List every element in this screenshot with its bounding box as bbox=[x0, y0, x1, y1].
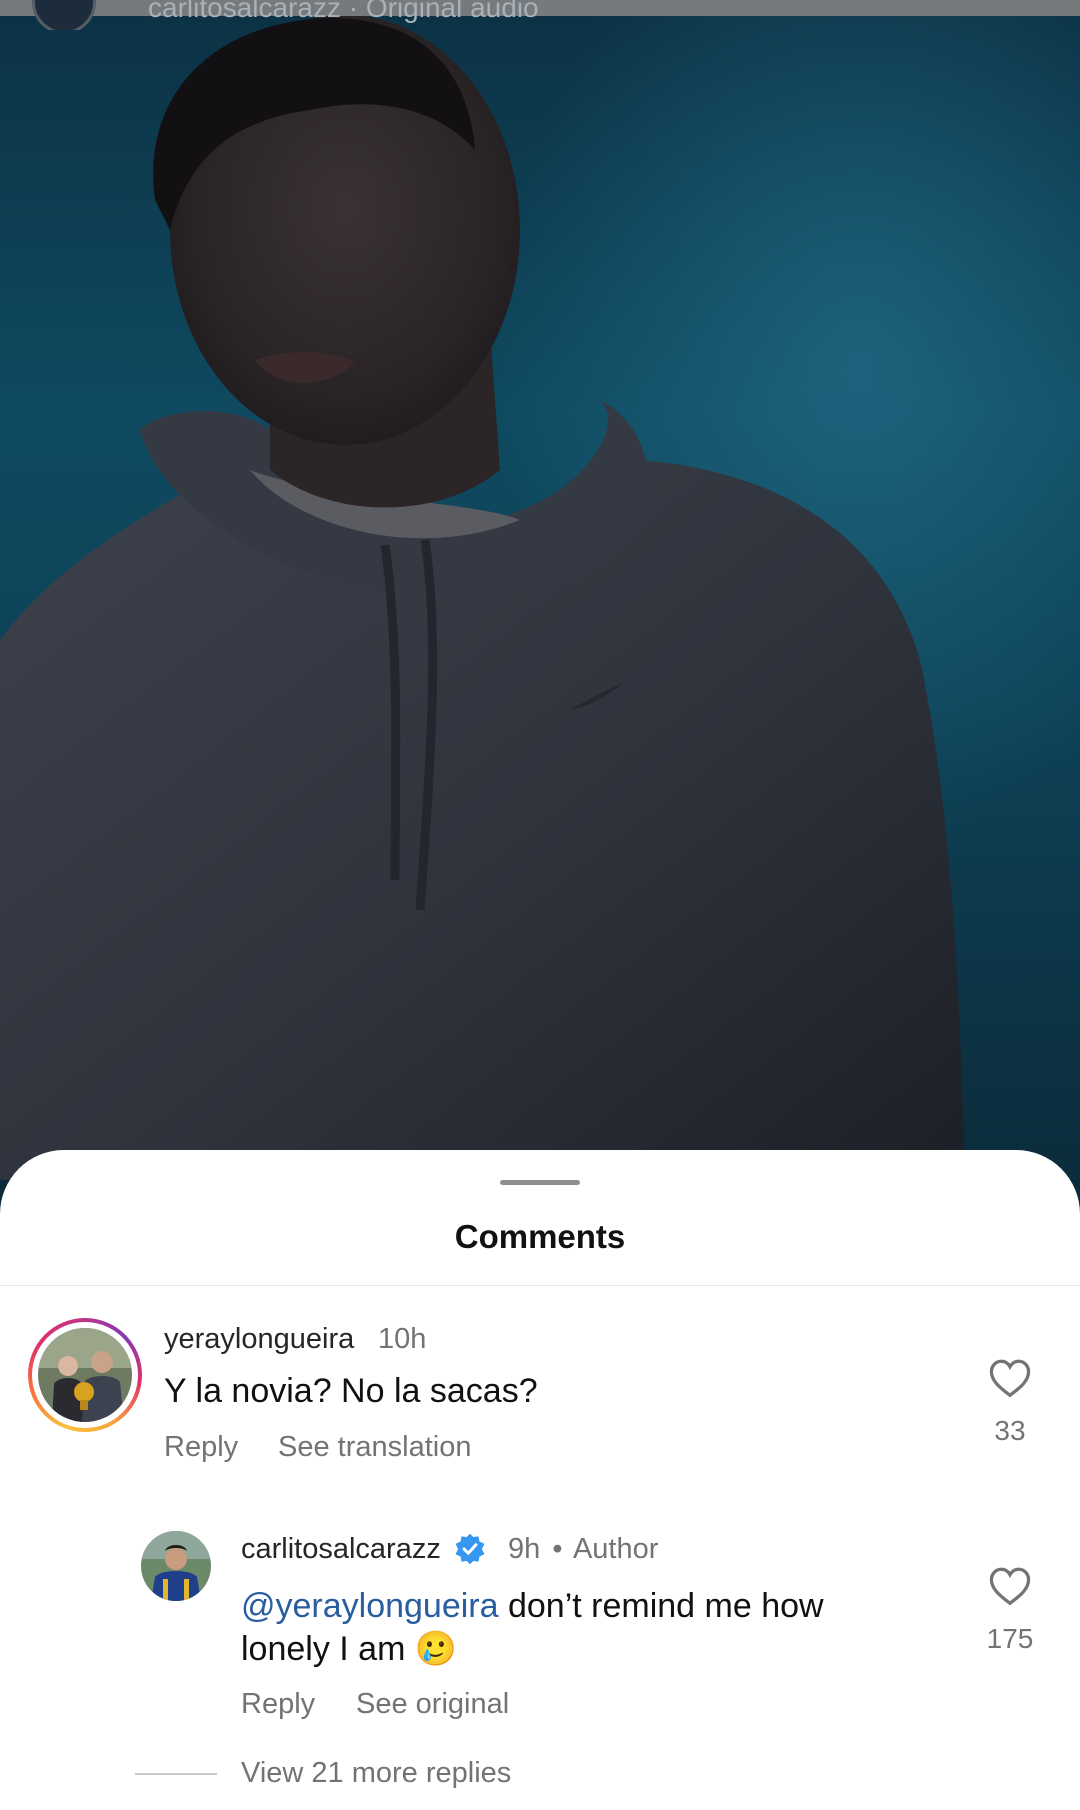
see-original-button[interactable]: See original bbox=[356, 1688, 509, 1721]
heart-icon[interactable] bbox=[988, 1566, 1032, 1606]
comment-time: 10h bbox=[378, 1323, 427, 1355]
audio-name: Original audio bbox=[365, 0, 539, 23]
reel-author-name: carlitosalcarazz bbox=[148, 0, 341, 23]
view-replies-line bbox=[135, 1773, 217, 1775]
avatar bbox=[38, 1328, 132, 1422]
story-ring-avatar[interactable] bbox=[28, 1318, 142, 1432]
video-frame-person bbox=[0, 15, 965, 1180]
author-label: Author bbox=[572, 1533, 659, 1565]
reply-time: 9h • Author bbox=[508, 1533, 659, 1565]
comment-text: Y la novia? No la sacas? bbox=[164, 1372, 538, 1410]
mention-link[interactable]: @yeraylongueira bbox=[241, 1587, 499, 1625]
drag-handle-icon[interactable] bbox=[500, 1180, 580, 1185]
verified-badge-icon bbox=[455, 1533, 485, 1565]
avatar-photo bbox=[38, 1328, 132, 1422]
heart-icon[interactable] bbox=[988, 1358, 1032, 1398]
view-more-replies-button[interactable]: View 21 more replies bbox=[241, 1757, 511, 1790]
reply-text: @yeraylongueira don’t remind me how lone… bbox=[241, 1587, 824, 1668]
sheet-title: Comments bbox=[454, 1218, 626, 1255]
reel-header-strip: carlitosalcarazz · Original audio bbox=[0, 0, 700, 30]
reel-author-avatar[interactable] bbox=[32, 0, 96, 30]
see-translation-button[interactable]: See translation bbox=[278, 1431, 471, 1464]
comments-sheet: Comments yeraylongueira 10h Y la novia? bbox=[0, 1150, 1080, 1810]
title-divider bbox=[0, 1285, 1080, 1286]
comment-username[interactable]: yeraylongueira bbox=[164, 1323, 354, 1356]
reply-username[interactable]: carlitosalcarazz bbox=[241, 1533, 441, 1566]
like-count: 33 bbox=[994, 1415, 1026, 1446]
like-count: 175 bbox=[986, 1623, 1034, 1654]
reply-button[interactable]: Reply bbox=[241, 1688, 315, 1721]
reply-button[interactable]: Reply bbox=[164, 1431, 238, 1464]
avatar[interactable] bbox=[141, 1531, 211, 1601]
reel-audio-label[interactable]: carlitosalcarazz · Original audio bbox=[148, 0, 539, 24]
reel-video[interactable]: carlitosalcarazz · Original audio bbox=[0, 0, 1080, 1180]
avatar-photo bbox=[141, 1531, 211, 1601]
